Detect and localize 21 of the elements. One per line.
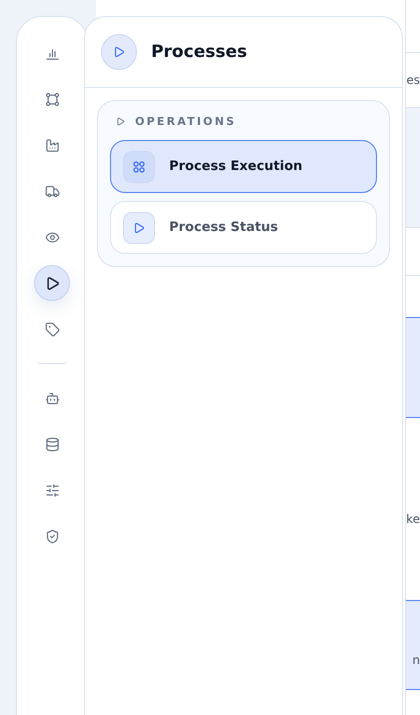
database-icon xyxy=(44,436,60,452)
table-cell: ke xyxy=(406,512,420,526)
section-label: OPERATIONS xyxy=(135,115,236,128)
tag-icon xyxy=(44,322,60,336)
truck-icon xyxy=(44,184,60,198)
robot-icon xyxy=(44,390,60,406)
nodes-square-icon xyxy=(44,92,60,106)
sliders-icon xyxy=(44,482,60,498)
grid-icon xyxy=(132,160,146,174)
eye-icon xyxy=(44,230,60,244)
play-icon xyxy=(113,46,126,58)
nav-button[interactable] xyxy=(34,265,70,301)
menu-item[interactable]: Process Execution xyxy=(110,140,378,193)
panel-title: Processes xyxy=(151,42,248,62)
table-cell: n xyxy=(412,653,420,667)
menu-item[interactable]: Process Status xyxy=(110,201,378,254)
shield-check-icon xyxy=(44,528,60,544)
play-icon xyxy=(44,276,60,290)
play-icon xyxy=(133,222,146,234)
table-cell: es xyxy=(406,73,420,87)
factory-icon xyxy=(44,138,60,152)
